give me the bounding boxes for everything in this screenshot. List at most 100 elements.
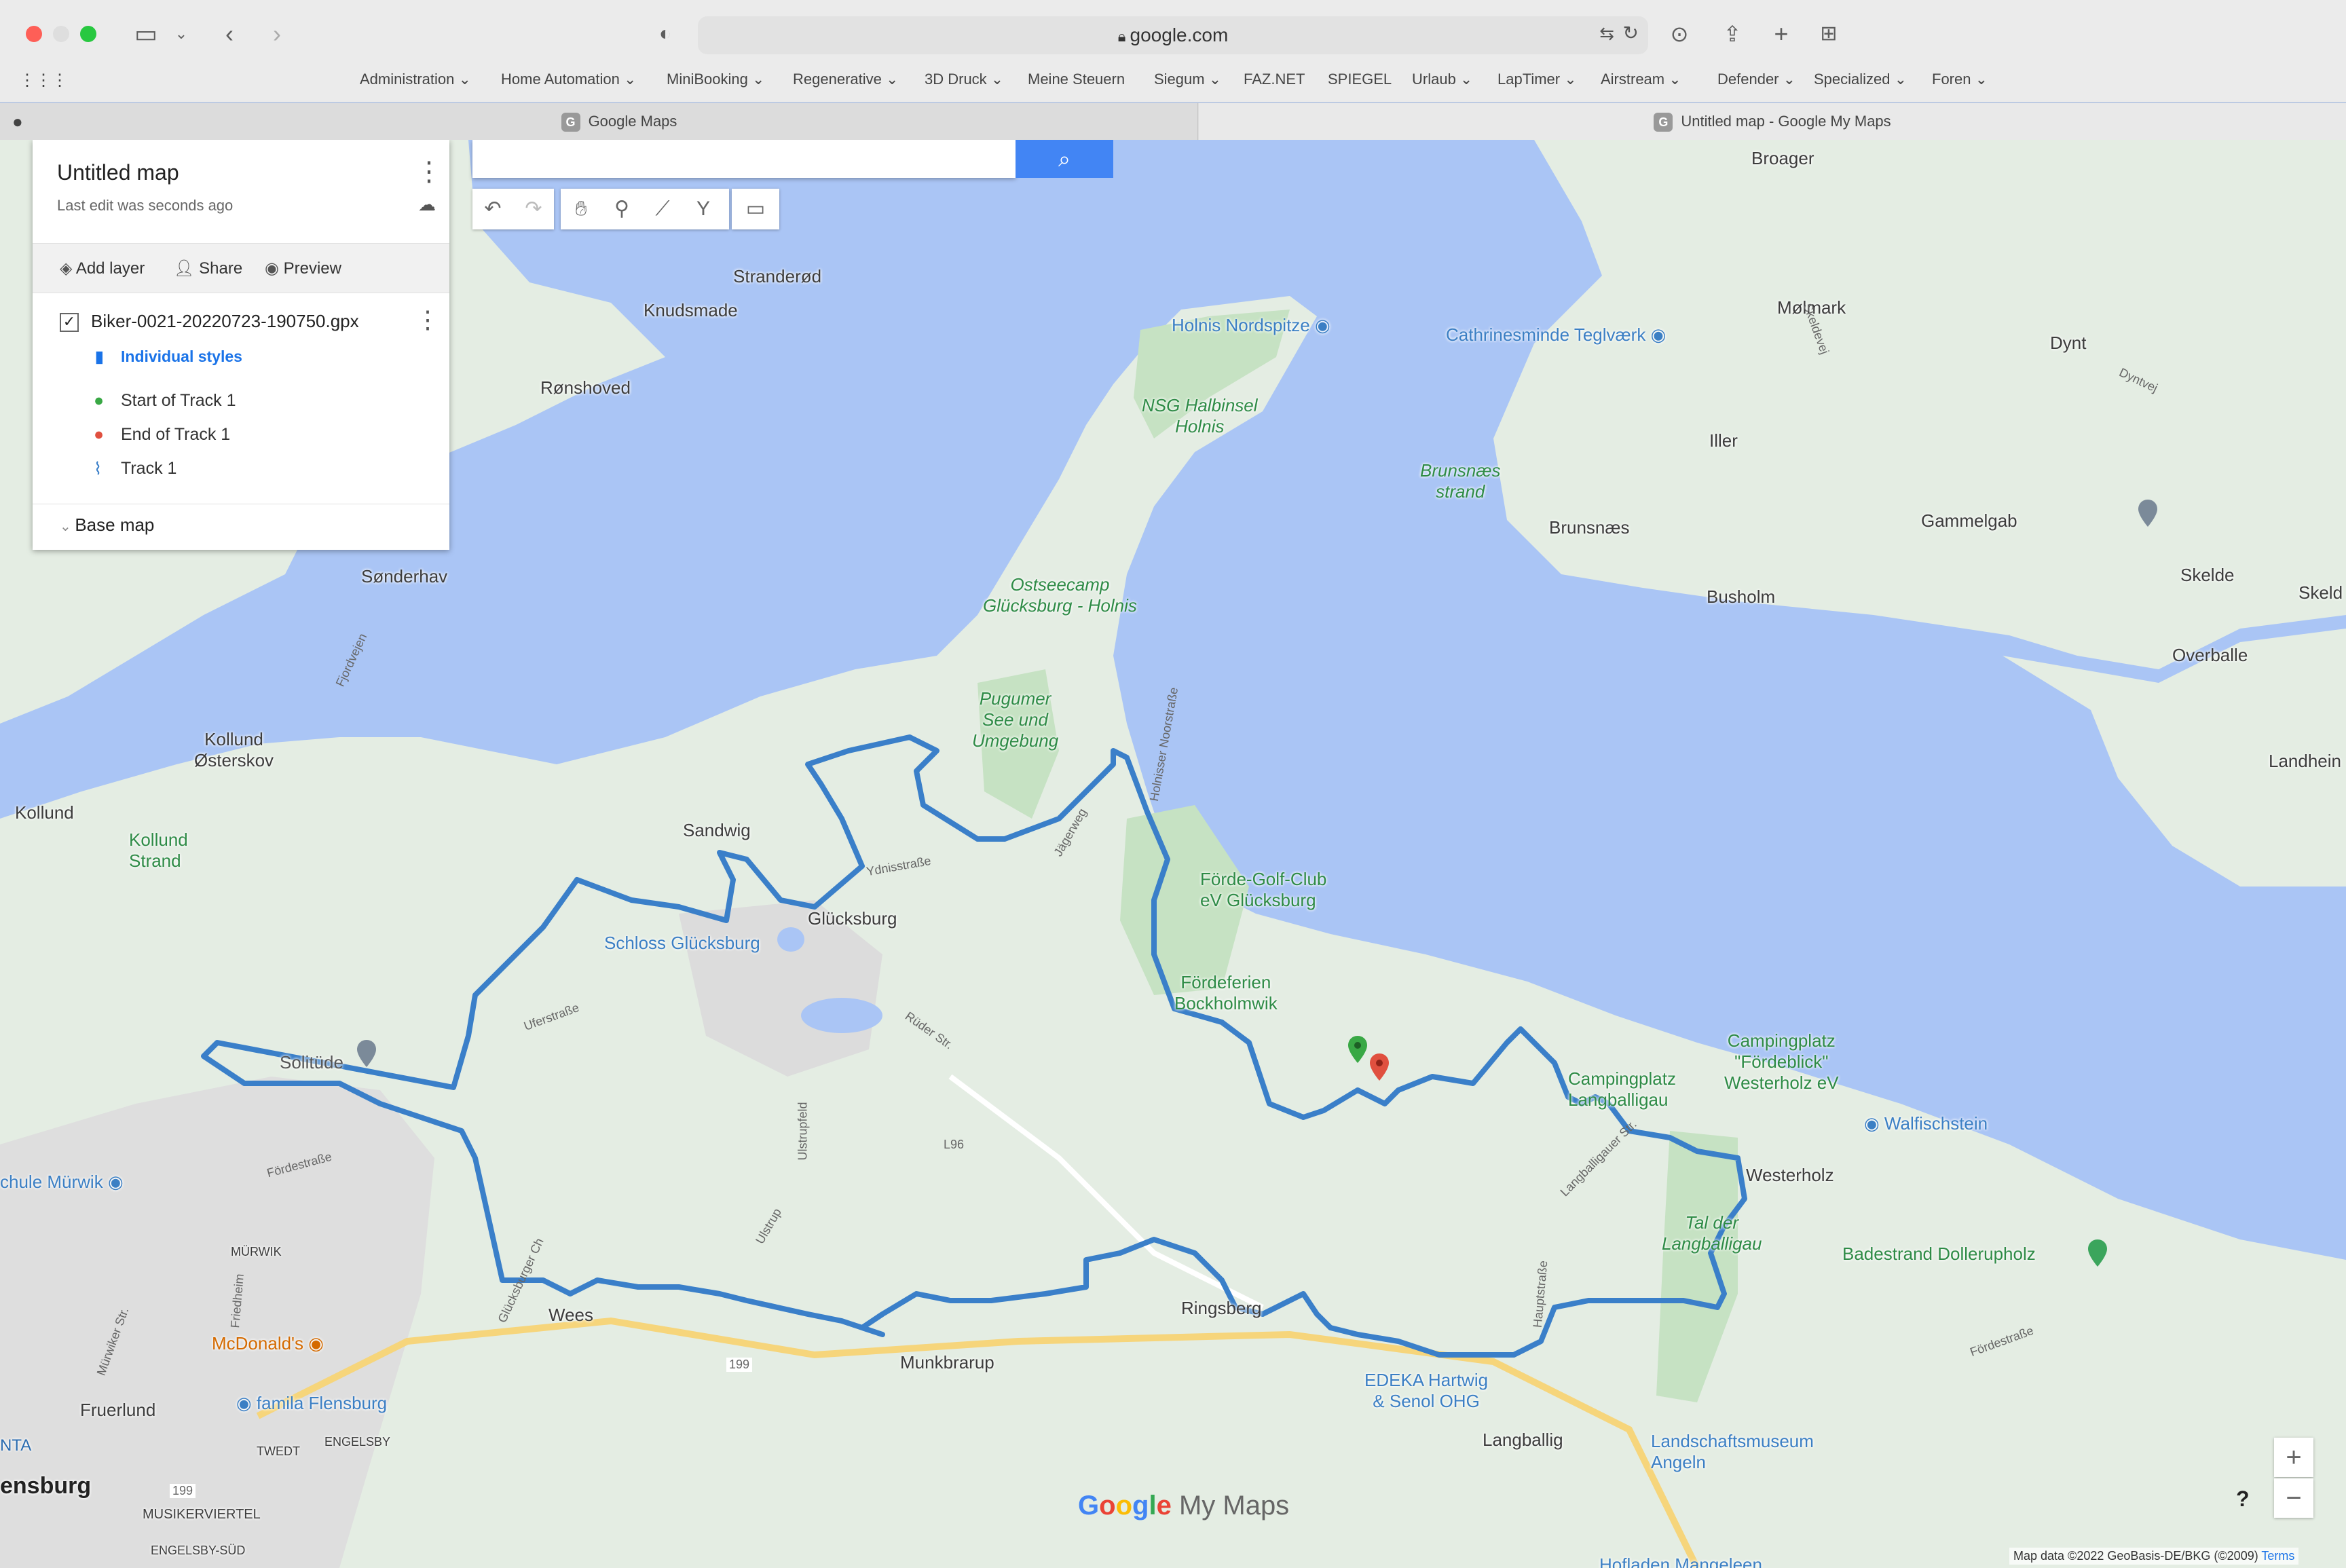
poi-label[interactable]: Tal der Langballigau [1662, 1212, 1762, 1254]
poi-label[interactable]: Cathrinesminde Teglværk ◉ [1446, 324, 1666, 346]
poi-label[interactable]: Ostseecamp Glücksburg - Holnis [983, 574, 1137, 616]
poi-label[interactable]: Badestrand Dollerupholz [1842, 1244, 2036, 1265]
poi-label[interactable]: NSG Halbinsel Holnis [1142, 395, 1258, 437]
bookmark-item[interactable]: LapTimer ⌄ [1497, 71, 1577, 88]
layer-row[interactable]: ✓ Biker-0021-20220723-190750.gpx [60, 311, 359, 333]
bookmark-item[interactable]: Regenerative ⌄ [793, 71, 898, 88]
place-label: Fruerlund [80, 1400, 156, 1420]
layer-item-track[interactable]: ⌇ Track 1 [94, 459, 176, 479]
tab-overview-icon[interactable]: ⊞ [1814, 19, 1844, 49]
layer-item-end[interactable]: ● End of Track 1 [94, 425, 230, 445]
tab-google-maps[interactable]: G Google Maps [41, 103, 1198, 140]
bookmark-item[interactable]: 3D Druck ⌄ [925, 71, 1003, 88]
share-button[interactable]: 👤︎ Share [174, 259, 242, 278]
bookmark-item[interactable]: Home Automation ⌄ [501, 71, 636, 88]
poi-label[interactable]: Fördeferien Bockholmwik [1174, 972, 1278, 1014]
map-canvas[interactable]: Broager Stranderød Knudsmade Rønshoved M… [0, 140, 2346, 1568]
place-label: ENGELSBY [324, 1435, 391, 1449]
share-icon[interactable]: ⇪ [1717, 19, 1747, 49]
maximize-window-button[interactable] [80, 26, 96, 42]
museum-icon: ◉ [1650, 324, 1667, 345]
bookmark-item[interactable]: SPIEGEL [1328, 71, 1392, 88]
place-label: ensburg [0, 1473, 92, 1499]
poi-label[interactable]: ◉ famila Flensburg [236, 1393, 387, 1414]
bookmark-item[interactable]: Specialized ⌄ [1814, 71, 1907, 88]
browser-toolbar: ▭ ⌄ ‹ › ◐ 🔒︎ google.com ⇆ ↻ ⊙ ⇪ + ⊞ ⋮⋮⋮ … [0, 0, 2346, 102]
poi-label[interactable]: chule Mürwik ◉ [0, 1172, 124, 1193]
poi-label[interactable]: Förde-Golf-Club eV Glücksburg [1200, 869, 1326, 911]
zoom-out-button[interactable]: − [2274, 1478, 2313, 1518]
add-marker-icon[interactable]: ⚲ [601, 189, 642, 229]
poi-label[interactable]: Hofladen Mangeleen [1599, 1554, 1762, 1568]
undo-icon[interactable]: ↶ [472, 189, 513, 229]
add-directions-icon[interactable]: Y [683, 189, 724, 229]
bookmark-item[interactable]: Administration ⌄ [360, 71, 471, 88]
zoom-in-button[interactable]: + [2274, 1438, 2313, 1477]
gray-poi-pin-icon[interactable] [2138, 500, 2157, 527]
map-search-input[interactable] [472, 140, 1016, 178]
place-label: Glücksburg [808, 908, 897, 929]
poi-label[interactable]: Kollund Strand [129, 829, 188, 872]
poi-label[interactable]: ◉ Walfischstein [1864, 1113, 1988, 1134]
lake [801, 998, 882, 1033]
bookmarks-bar: ⋮⋮⋮ Administration ⌄ Home Automation ⌄ M… [0, 65, 2346, 98]
downloads-icon[interactable]: ⊙ [1664, 19, 1694, 49]
poi-label[interactable]: Campingplatz "Fördeblick" Westerholz eV [1724, 1030, 1839, 1094]
bookmark-item[interactable]: Meine Steuern [1028, 71, 1125, 88]
help-icon[interactable]: ? [2236, 1487, 2250, 1512]
new-tab-icon[interactable]: + [1766, 19, 1796, 49]
camera-icon: ◉ [1864, 1113, 1884, 1134]
more-options-icon[interactable]: ⋮ [415, 156, 443, 187]
bookmark-item[interactable]: Airstream ⌄ [1601, 71, 1681, 88]
bookmark-item[interactable]: Defender ⌄ [1717, 71, 1795, 88]
terms-link[interactable]: Terms [2261, 1549, 2294, 1563]
poi-label[interactable]: McDonald's ◉ [212, 1333, 324, 1354]
search-button[interactable]: ⌕ [1016, 140, 1113, 178]
chevron-down-icon[interactable]: ⌄ [171, 19, 191, 49]
close-window-button[interactable] [26, 26, 42, 42]
end-track-pin-icon[interactable] [1370, 1053, 1389, 1081]
reload-icon[interactable]: ↻ [1623, 22, 1639, 44]
poi-label[interactable]: Campingplatz Langballigau [1568, 1068, 1676, 1110]
poi-label[interactable]: Schloss Glücksburg [604, 933, 760, 954]
add-layer-button[interactable]: ◈ Add layer [60, 259, 145, 278]
poi-label[interactable]: Solitüde [280, 1052, 343, 1073]
translate-icon[interactable]: ⇆ [1599, 23, 1614, 44]
layer-item-start[interactable]: ● Start of Track 1 [94, 391, 236, 411]
gray-poi-pin-icon[interactable] [357, 1040, 376, 1067]
poi-label[interactable]: Holnis Nordspitze ◉ [1172, 315, 1330, 336]
bookmark-item[interactable]: MiniBooking ⌄ [667, 71, 764, 88]
layers-icon: ◈ [60, 259, 76, 278]
bookmark-item[interactable]: Siegum ⌄ [1154, 71, 1221, 88]
apps-grid-icon[interactable]: ⋮⋮⋮ [19, 71, 68, 90]
draw-line-icon[interactable]: ⟋ [642, 189, 683, 229]
individual-styles-link[interactable]: ▮ Individual styles [95, 348, 242, 366]
poi-label[interactable]: EDEKA Hartwig & Senol OHG [1364, 1370, 1488, 1412]
redo-icon[interactable]: ↷ [513, 189, 554, 229]
bookmark-item[interactable]: Urlaub ⌄ [1412, 71, 1472, 88]
back-button[interactable]: ‹ [216, 19, 243, 49]
privacy-shield-icon[interactable]: ◐ [652, 19, 679, 49]
base-map-toggle[interactable]: ⌄ Base map [60, 515, 154, 536]
undo-redo-toolbar: ↶ ↷ [472, 189, 554, 229]
minimize-window-button[interactable] [53, 26, 69, 42]
sidebar-toggle-icon[interactable]: ▭ [129, 19, 163, 49]
hand-icon[interactable]: ✋︎ [561, 189, 601, 229]
map-title[interactable]: Untitled map [57, 160, 179, 185]
preview-button[interactable]: ◉ Preview [265, 259, 341, 278]
poi-label[interactable]: Pugumer See und Umgebung [972, 688, 1058, 751]
poi-label[interactable]: Brunsnæs strand [1420, 460, 1501, 502]
ruler-icon[interactable]: ▭ [735, 189, 776, 229]
bookmark-item[interactable]: FAZ.NET [1244, 71, 1305, 88]
start-track-pin-icon[interactable] [1348, 1036, 1367, 1063]
layer-options-icon[interactable]: ⋮ [415, 305, 440, 334]
cloud-saved-icon: ☁ [418, 194, 436, 214]
tab-my-maps[interactable]: G Untitled map - Google My Maps [1199, 103, 2346, 140]
poi-label[interactable]: Landschaftsmuseum Angeln [1651, 1431, 1814, 1473]
address-bar[interactable]: 🔒︎ google.com ⇆ ↻ [698, 16, 1648, 54]
green-poi-pin-icon[interactable] [2088, 1239, 2107, 1267]
road-label: 199 [726, 1358, 753, 1372]
layer-visibility-checkbox[interactable]: ✓ [60, 313, 79, 333]
forward-button[interactable]: › [263, 19, 291, 49]
bookmark-item[interactable]: Foren ⌄ [1932, 71, 1988, 88]
